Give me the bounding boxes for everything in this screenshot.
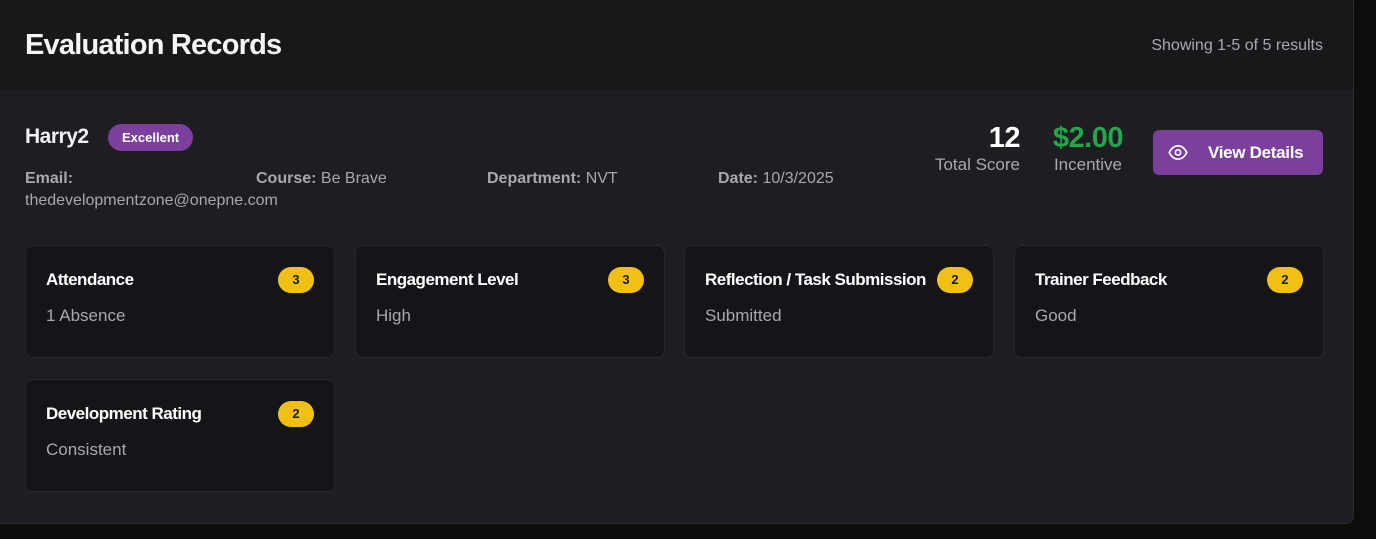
criterion-name: Trainer Feedback (1035, 270, 1167, 289)
results-count: Showing 1-5 of 5 results (1151, 37, 1323, 54)
email-value: thedevelopmentzone@onepne.com (25, 192, 278, 209)
criterion-name: Engagement Level (376, 270, 519, 289)
criterion-score-badge: 2 (1267, 267, 1303, 293)
meta-date: Date: 10/3/2025 (718, 168, 834, 190)
total-score: 12 Total Score (934, 120, 1021, 176)
criterion-value: 1 Absence (46, 306, 126, 325)
criterion-name: Reflection / Task Submission (705, 270, 926, 289)
email-label: Email: (25, 170, 74, 187)
criterion-score-badge: 3 (278, 267, 314, 293)
incentive-label: Incentive (1053, 155, 1122, 174)
department-value: NVT (585, 170, 618, 187)
criterion-value: Consistent (46, 440, 127, 459)
total-score-label: Total Score (934, 155, 1020, 174)
view-details-button[interactable]: View Details (1153, 130, 1323, 175)
meta-course: Course: Be Brave (256, 168, 387, 190)
criterion-card-engagement-level: Engagement Level 3 High (355, 245, 665, 358)
eye-icon (1168, 144, 1188, 160)
view-details-label: View Details (1208, 143, 1304, 162)
date-label: Date: (718, 170, 759, 187)
criterion-card-trainer-feedback: Trainer Feedback 2 Good (1014, 245, 1324, 358)
criterion-score-badge: 2 (937, 267, 973, 293)
evaluation-records-panel: Evaluation Records Showing 1-5 of 5 resu… (0, 0, 1354, 524)
criterion-card-reflection-task-submission: Reflection / Task Submission 2 Submitted (684, 245, 994, 358)
course-label: Course: (256, 170, 317, 187)
panel-header: Evaluation Records Showing 1-5 of 5 resu… (0, 0, 1353, 90)
total-score-value: 12 (988, 122, 1021, 154)
record-name: Harry2 (25, 125, 89, 148)
incentive: $2.00 Incentive (1052, 120, 1124, 176)
criterion-name: Attendance (46, 270, 134, 289)
page-title: Evaluation Records (25, 29, 282, 61)
course-value: Be Brave (320, 170, 387, 187)
criterion-value: Submitted (705, 306, 782, 325)
meta-department: Department: NVT (487, 168, 618, 190)
criterion-card-attendance: Attendance 3 1 Absence (25, 245, 335, 358)
criterion-value: Good (1035, 306, 1077, 325)
criterion-score-badge: 3 (608, 267, 644, 293)
criterion-card-development-rating: Development Rating 2 Consistent (25, 379, 335, 492)
department-label: Department: (487, 170, 582, 187)
criterion-value: High (376, 306, 411, 325)
criterion-name: Development Rating (46, 404, 202, 423)
evaluation-record: Harry2 Excellent Email: thedevelopmentzo… (0, 90, 1353, 523)
date-value: 10/3/2025 (762, 170, 834, 187)
rating-badge: Excellent (108, 124, 194, 151)
incentive-value: $2.00 (1052, 122, 1124, 154)
criterion-score-badge: 2 (278, 401, 314, 427)
